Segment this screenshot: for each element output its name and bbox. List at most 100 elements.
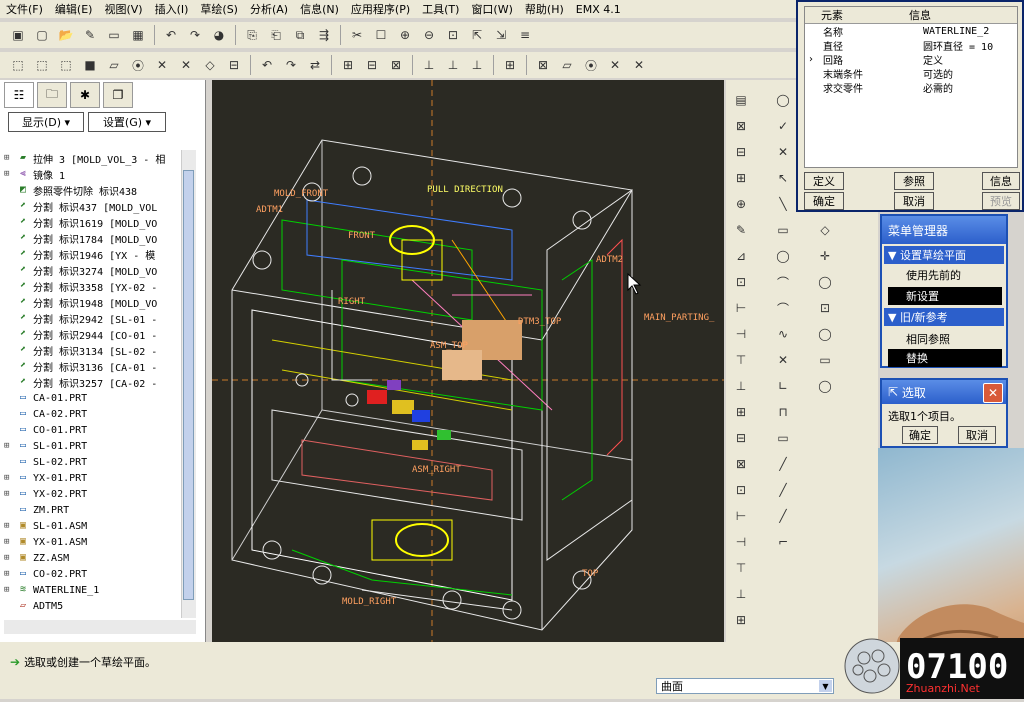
tree-item[interactable]: ⬈ 分割 标识1948 [MOLD_VO [4, 294, 180, 310]
right-tool-icon[interactable]: ⊡ [730, 272, 752, 292]
ok-button[interactable]: 确定 [804, 192, 844, 210]
top-tool-icon-19[interactable]: ⊖ [419, 25, 439, 45]
right-tool-icon[interactable]: ▭ [814, 350, 836, 370]
second-tool-icon-0[interactable]: ⬚ [8, 55, 28, 75]
second-tool-icon-19[interactable]: ⊥ [419, 55, 439, 75]
tree-item[interactable]: ◩ 参照零件切除 标识438 [4, 182, 180, 198]
right-tool-icon[interactable]: ⊓ [772, 402, 794, 422]
right-tool-icon[interactable]: ╱ [772, 480, 794, 500]
top-tool-icon-13[interactable]: ⧉ [290, 25, 310, 45]
tree-item[interactable]: ▱ ADTM5 [4, 598, 180, 614]
top-tool-icon-0[interactable]: ▣ [8, 25, 28, 45]
info-button[interactable]: 信息 [982, 172, 1020, 190]
right-tool-icon[interactable]: ⌒ [772, 272, 794, 292]
right-tool-icon[interactable]: ✓ [772, 116, 794, 136]
second-tool-icon-12[interactable]: ↷ [281, 55, 301, 75]
top-tool-icon-5[interactable]: ▦ [128, 25, 148, 45]
expand-icon[interactable]: ⊞ [4, 569, 14, 579]
menu-same-reference[interactable]: 相同参照 [888, 330, 1002, 348]
reference-button[interactable]: 参照 [894, 172, 934, 190]
top-tool-icon-18[interactable]: ⊕ [395, 25, 415, 45]
tree-item[interactable]: ⊞ ▭ YX-01.PRT [4, 470, 180, 486]
tree-item[interactable]: ⊞ ▭ YX-02.PRT [4, 486, 180, 502]
right-tool-icon[interactable]: ◯ [814, 376, 836, 396]
right-tool-icon[interactable]: ✎ [730, 220, 752, 240]
right-tool-icon[interactable]: ⊞ [730, 610, 752, 630]
tree-item[interactable]: ⬈ 分割 标识1784 [MOLD_VO [4, 230, 180, 246]
right-tool-icon[interactable]: ⊤ [730, 350, 752, 370]
top-tool-icon-4[interactable]: ▭ [104, 25, 124, 45]
section-old-new-ref[interactable]: ▼ 旧/新参考 [884, 308, 1004, 326]
folder-icon[interactable]: 🗀 [37, 82, 67, 108]
menu-replace[interactable]: 替换 [888, 349, 1002, 367]
tree-item[interactable]: ⬈ 分割 标识1619 [MOLD_VO [4, 214, 180, 230]
second-tool-icon-15[interactable]: ⊞ [338, 55, 358, 75]
menu-item-4[interactable]: 草绘(S) [194, 1, 244, 17]
second-tool-icon-6[interactable]: ✕ [152, 55, 172, 75]
second-tool-icon-29[interactable]: ✕ [629, 55, 649, 75]
second-tool-icon-21[interactable]: ⊥ [467, 55, 487, 75]
right-tool-icon[interactable]: ⊠ [730, 454, 752, 474]
top-tool-icon-9[interactable]: ◕ [209, 25, 229, 45]
right-tool-icon[interactable]: ◇ [814, 220, 836, 240]
top-tool-icon-23[interactable]: ≡ [515, 25, 535, 45]
tree-item[interactable]: ⊞ ▰ 拉伸 3 [MOLD_VOL_3 - 相 [4, 150, 180, 166]
preview-button[interactable]: 预览 [982, 192, 1020, 210]
menu-item-6[interactable]: 信息(N) [294, 1, 345, 17]
right-tool-icon[interactable]: ⊡ [814, 298, 836, 318]
tree-item[interactable]: ⊞ ▣ YX-01.ASM [4, 534, 180, 550]
tree-item[interactable]: ⬈ 分割 标识437 [MOLD_VOL [4, 198, 180, 214]
right-tool-icon[interactable]: ✛ [814, 246, 836, 266]
right-tool-icon[interactable]: ✕ [772, 142, 794, 162]
top-tool-icon-1[interactable]: ▢ [32, 25, 52, 45]
second-tool-icon-27[interactable]: ⦿ [581, 55, 601, 75]
info-row[interactable]: 末端条件 可选的 [805, 66, 1017, 81]
tree-item[interactable]: ⊞ ▣ SL-01.ASM [4, 518, 180, 534]
menu-item-8[interactable]: 工具(T) [416, 1, 465, 17]
tree-item[interactable]: ⊞ ▣ ZZ.ASM [4, 550, 180, 566]
tree-item[interactable]: ⬈ 分割 标识2942 [SL-01 - [4, 310, 180, 326]
second-tool-icon-8[interactable]: ◇ [200, 55, 220, 75]
second-tool-icon-28[interactable]: ✕ [605, 55, 625, 75]
selection-filter[interactable]: 曲面 ▼ [656, 678, 834, 694]
right-tool-icon[interactable]: ╲ [772, 194, 794, 214]
tree-horizontal-scrollbar[interactable] [4, 620, 196, 634]
expand-icon[interactable]: ⊞ [4, 521, 14, 531]
right-tool-icon[interactable]: ◯ [772, 90, 794, 110]
right-tool-icon[interactable]: ⊿ [730, 246, 752, 266]
tree-item[interactable]: ▭ ZM.PRT [4, 502, 180, 518]
tree-item[interactable]: ▭ CA-01.PRT [4, 390, 180, 406]
top-tool-icon-21[interactable]: ⇱ [467, 25, 487, 45]
chevron-down-icon[interactable]: ▼ [819, 680, 832, 692]
info-row[interactable]: 求交零件 必需的 [805, 80, 1017, 95]
right-tool-icon[interactable]: ⌒ [772, 298, 794, 318]
right-tool-icon[interactable]: ⊡ [730, 480, 752, 500]
right-tool-icon[interactable]: ◯ [772, 246, 794, 266]
top-tool-icon-7[interactable]: ↶ [161, 25, 181, 45]
second-tool-icon-26[interactable]: ▱ [557, 55, 577, 75]
second-tool-icon-23[interactable]: ⊞ [500, 55, 520, 75]
second-tool-icon-4[interactable]: ▱ [104, 55, 124, 75]
right-tool-icon[interactable]: ⊥ [730, 584, 752, 604]
tree-item[interactable]: ⬈ 分割 标识1946 [YX - 模 [4, 246, 180, 262]
menu-item-1[interactable]: 编辑(E) [49, 1, 99, 17]
second-tool-icon-17[interactable]: ⊠ [386, 55, 406, 75]
right-tool-icon[interactable]: ╱ [772, 454, 794, 474]
second-tool-icon-20[interactable]: ⊥ [443, 55, 463, 75]
info-row[interactable]: › 回路 定义 [805, 52, 1017, 67]
right-tool-icon[interactable]: ⌐ [772, 532, 794, 552]
expand-icon[interactable]: ⊞ [4, 169, 14, 179]
define-button[interactable]: 定义 [804, 172, 844, 190]
top-tool-icon-17[interactable]: ☐ [371, 25, 391, 45]
right-tool-icon[interactable]: ∟ [772, 376, 794, 396]
tree-vertical-scrollbar[interactable] [181, 150, 196, 618]
settings-dropdown[interactable]: 设置(G) ▾ [88, 112, 166, 132]
right-tool-icon[interactable]: ⊤ [730, 558, 752, 578]
menu-item-2[interactable]: 视图(V) [98, 1, 148, 17]
scroll-thumb[interactable] [183, 170, 194, 600]
section-sketch-plane[interactable]: ▼ 设置草绘平面 [884, 246, 1004, 264]
right-tool-icon[interactable]: ◯ [814, 272, 836, 292]
top-tool-icon-3[interactable]: ✎ [80, 25, 100, 45]
menu-item-3[interactable]: 插入(I) [149, 1, 195, 17]
second-tool-icon-25[interactable]: ⊠ [533, 55, 553, 75]
